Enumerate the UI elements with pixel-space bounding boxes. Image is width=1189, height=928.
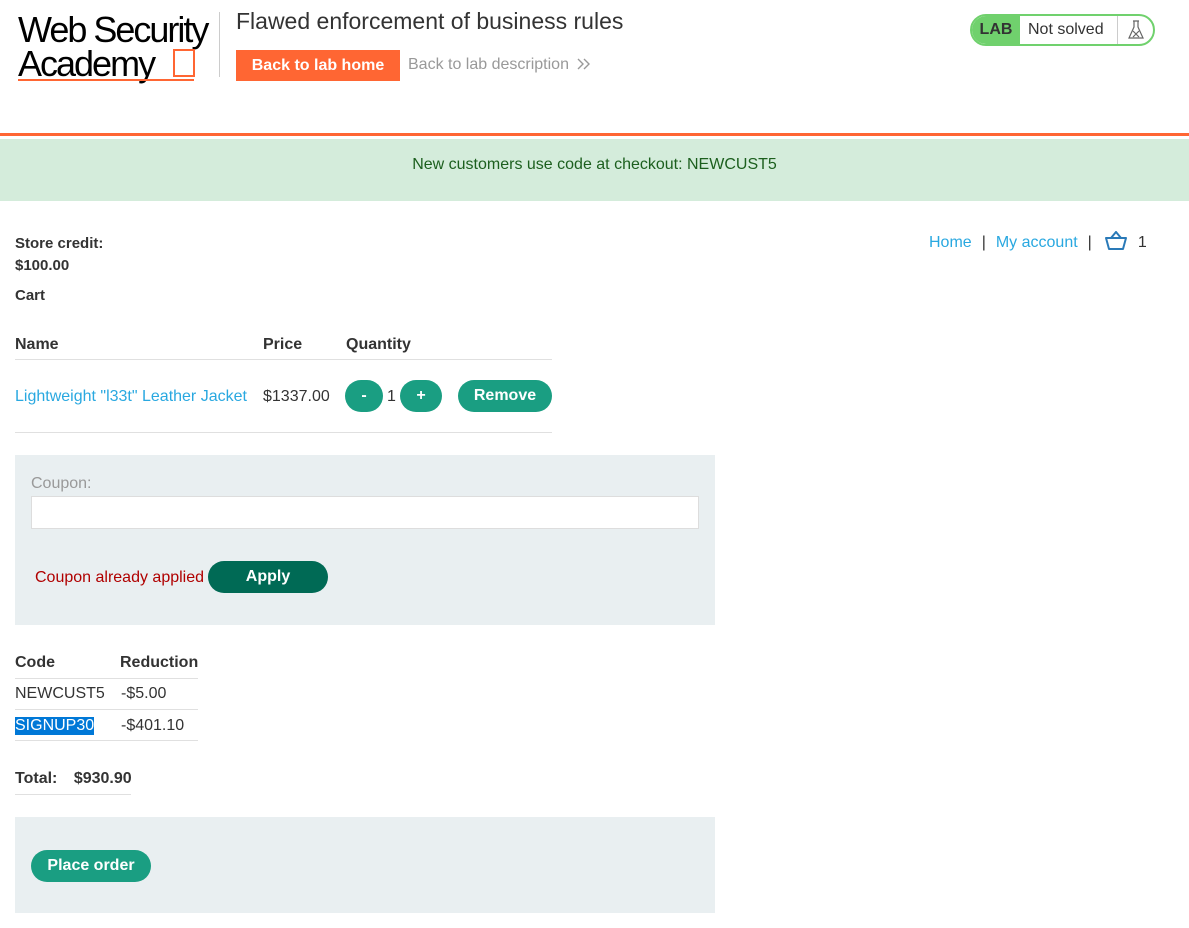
flask-icon <box>1128 20 1144 39</box>
col-quantity-header: Quantity <box>346 336 411 353</box>
nav-separator: | <box>981 234 986 251</box>
lab-header: Web Security Academy Flawed enforcement … <box>0 0 1189 136</box>
apply-coupon-button[interactable]: Apply <box>208 561 328 593</box>
total-value: $930.90 <box>73 770 132 787</box>
coupon-form: Coupon: Coupon already applied Apply <box>15 455 715 625</box>
reduction-col-header: Reduction <box>120 654 199 671</box>
nav-separator: | <box>1087 234 1092 251</box>
reduction-cell: -$5.00 <box>121 685 167 702</box>
shopping-basket-icon[interactable] <box>1104 231 1128 251</box>
decrement-quantity-button[interactable]: - <box>345 380 383 412</box>
nav-my-account-link[interactable]: My account <box>996 234 1078 251</box>
place-order-form: Place order <box>15 817 715 913</box>
cart-heading: Cart <box>15 287 46 304</box>
store-credit-label: Store credit: <box>15 235 104 252</box>
col-name-header: Name <box>15 336 59 353</box>
header-divider <box>219 12 220 77</box>
divider <box>15 740 198 741</box>
divider <box>15 709 198 710</box>
total-label: Total: <box>15 770 58 787</box>
order-total: Total: $930.90 <box>15 770 132 788</box>
coupon-label: Coupon: <box>31 475 92 492</box>
nav-home-link[interactable]: Home <box>929 234 972 251</box>
divider <box>15 794 131 795</box>
logo-line2: Academy <box>18 43 156 84</box>
code-cell: NEWCUST5 <box>15 685 105 702</box>
divider <box>15 359 552 360</box>
top-nav: Home | My account | 1 <box>929 231 1147 253</box>
coupon-input[interactable] <box>31 496 699 529</box>
back-to-lab-description-link[interactable]: Back to lab description <box>408 56 591 74</box>
promo-notice: New customers use code at checkout: NEWC… <box>0 139 1189 201</box>
lab-label: LAB <box>972 16 1020 44</box>
remove-item-button[interactable]: Remove <box>458 380 552 412</box>
lab-status-badge: LAB Not solved <box>970 14 1155 46</box>
cart-count: 1 <box>1137 234 1147 251</box>
lab-title: Flawed enforcement of business rules <box>236 8 624 34</box>
web-security-academy-logo[interactable]: Web Security Academy <box>18 12 218 84</box>
reduction-cell: -$401.10 <box>121 717 185 734</box>
code-col-header: Code <box>15 654 55 671</box>
double-chevron-right-icon <box>577 58 591 70</box>
code-cell-selected: SIGNUP30 <box>15 717 95 735</box>
back-to-lab-home-button[interactable]: Back to lab home <box>236 50 400 81</box>
cart-item-price: $1337.00 <box>263 388 330 405</box>
coupon-error-message: Coupon already applied <box>35 569 205 586</box>
logo-bolt-icon <box>173 49 195 77</box>
cart-item-name-link[interactable]: Lightweight "l33t" Leather Jacket <box>15 388 247 406</box>
cart-item-quantity: 1 <box>387 388 396 405</box>
increment-quantity-button[interactable]: + <box>400 380 442 412</box>
lab-status: Not solved <box>1028 21 1104 38</box>
store-credit-value: $100.00 <box>15 257 70 274</box>
place-order-button[interactable]: Place order <box>31 850 151 882</box>
back-to-lab-description-label: Back to lab description <box>408 56 569 73</box>
divider <box>15 678 198 679</box>
divider <box>15 432 552 433</box>
logo-underline <box>18 79 194 81</box>
store-credit: Store credit: $100.00 <box>15 233 103 277</box>
col-price-header: Price <box>263 336 303 353</box>
flask-icon-wrap <box>1117 16 1153 44</box>
